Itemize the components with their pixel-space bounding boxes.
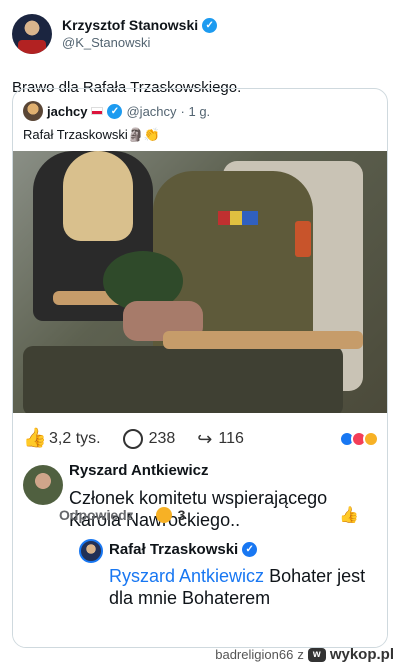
- comment-reaction-count: 3: [177, 507, 186, 523]
- wykop-logo-icon: w: [307, 647, 326, 662]
- author-name-row: Krzysztof Stanowski ✓: [62, 16, 218, 34]
- comment-actions: Odpowiedz 3 👍: [59, 505, 359, 525]
- reply-mention[interactable]: Ryszard Antkiewicz: [109, 566, 264, 586]
- quote-text: Rafał Trzaskowski🗿👏: [23, 127, 161, 142]
- comments[interactable]: 238: [122, 429, 176, 449]
- flag-icon: [91, 107, 104, 115]
- reply-avatar[interactable]: [79, 539, 103, 563]
- comment: Ryszard Antkiewicz Członek komitetu wspi…: [23, 461, 379, 547]
- shares[interactable]: ↪ 116: [197, 429, 244, 450]
- tweet-header: Krzysztof Stanowski ✓ @K_Stanowski: [12, 12, 388, 56]
- author-names: Krzysztof Stanowski ✓ @K_Stanowski: [62, 16, 218, 52]
- wykop-footer: badreligion66 z w wykop.pl: [0, 642, 400, 667]
- laugh-reaction-icon: [363, 431, 379, 447]
- comment-icon: [122, 429, 143, 449]
- laugh-reaction-icon: [155, 507, 172, 523]
- quoted-tweet[interactable]: jachcy ✓ @jachcy · 1 g. Rafał Trzaskowsk…: [12, 88, 388, 648]
- likes-count: 3,2 tys.: [49, 430, 101, 447]
- verified-icon: ✓: [242, 542, 258, 557]
- site-name[interactable]: wykop.pl: [330, 646, 394, 663]
- reaction-bar: 👍 3,2 tys. 238 ↪ 116: [23, 427, 379, 451]
- quote-photo[interactable]: [13, 151, 387, 413]
- verified-icon: ✓: [202, 17, 218, 33]
- comment-author[interactable]: Ryszard Antkiewicz: [69, 461, 369, 481]
- photo-armrest-right: [163, 331, 363, 349]
- shares-count: 116: [218, 430, 244, 447]
- quote-header: jachcy ✓ @jachcy · 1 g.: [23, 101, 210, 121]
- comment-reactions[interactable]: 3: [155, 507, 186, 523]
- reaction-icons[interactable]: [339, 431, 379, 447]
- reply: Rafał Trzaskowski ✓ Ryszard Antkiewicz B…: [79, 537, 379, 647]
- verified-icon: ✓: [107, 103, 123, 119]
- quote-author-avatar: [23, 101, 43, 121]
- photo-patch: [295, 221, 311, 257]
- author-name[interactable]: Krzysztof Stanowski: [62, 16, 198, 34]
- photo-legs: [23, 346, 343, 413]
- footer-sep: z: [297, 647, 304, 662]
- like-comment-icon[interactable]: 👍: [339, 505, 359, 525]
- comments-count: 238: [148, 430, 176, 447]
- author-avatar[interactable]: [12, 14, 52, 54]
- thumb-up-icon: 👍: [23, 428, 47, 449]
- facebook-screenshot: 👍 3,2 tys. 238 ↪ 116 Ryszard Antkiewicz …: [13, 413, 387, 647]
- photo-hair: [63, 151, 133, 241]
- comment-avatar[interactable]: [23, 465, 63, 505]
- quote-handle: @jachcy: [126, 103, 177, 119]
- uploader[interactable]: badreligion66: [215, 647, 293, 662]
- quote-time: · 1 g.: [180, 103, 211, 119]
- share-icon: ↪: [197, 428, 213, 449]
- photo-medals: [218, 211, 258, 225]
- quote-author-name: jachcy: [47, 103, 88, 119]
- likes[interactable]: 👍 3,2 tys.: [23, 429, 101, 449]
- reply-text: Ryszard Antkiewicz Bohater jest dla mnie…: [109, 565, 369, 609]
- author-handle[interactable]: @K_Stanowski: [62, 34, 217, 52]
- reply-author[interactable]: Rafał Trzaskowski: [109, 541, 238, 558]
- reply-button[interactable]: Odpowiedz: [59, 507, 134, 523]
- reply-author-row: Rafał Trzaskowski ✓: [109, 541, 258, 558]
